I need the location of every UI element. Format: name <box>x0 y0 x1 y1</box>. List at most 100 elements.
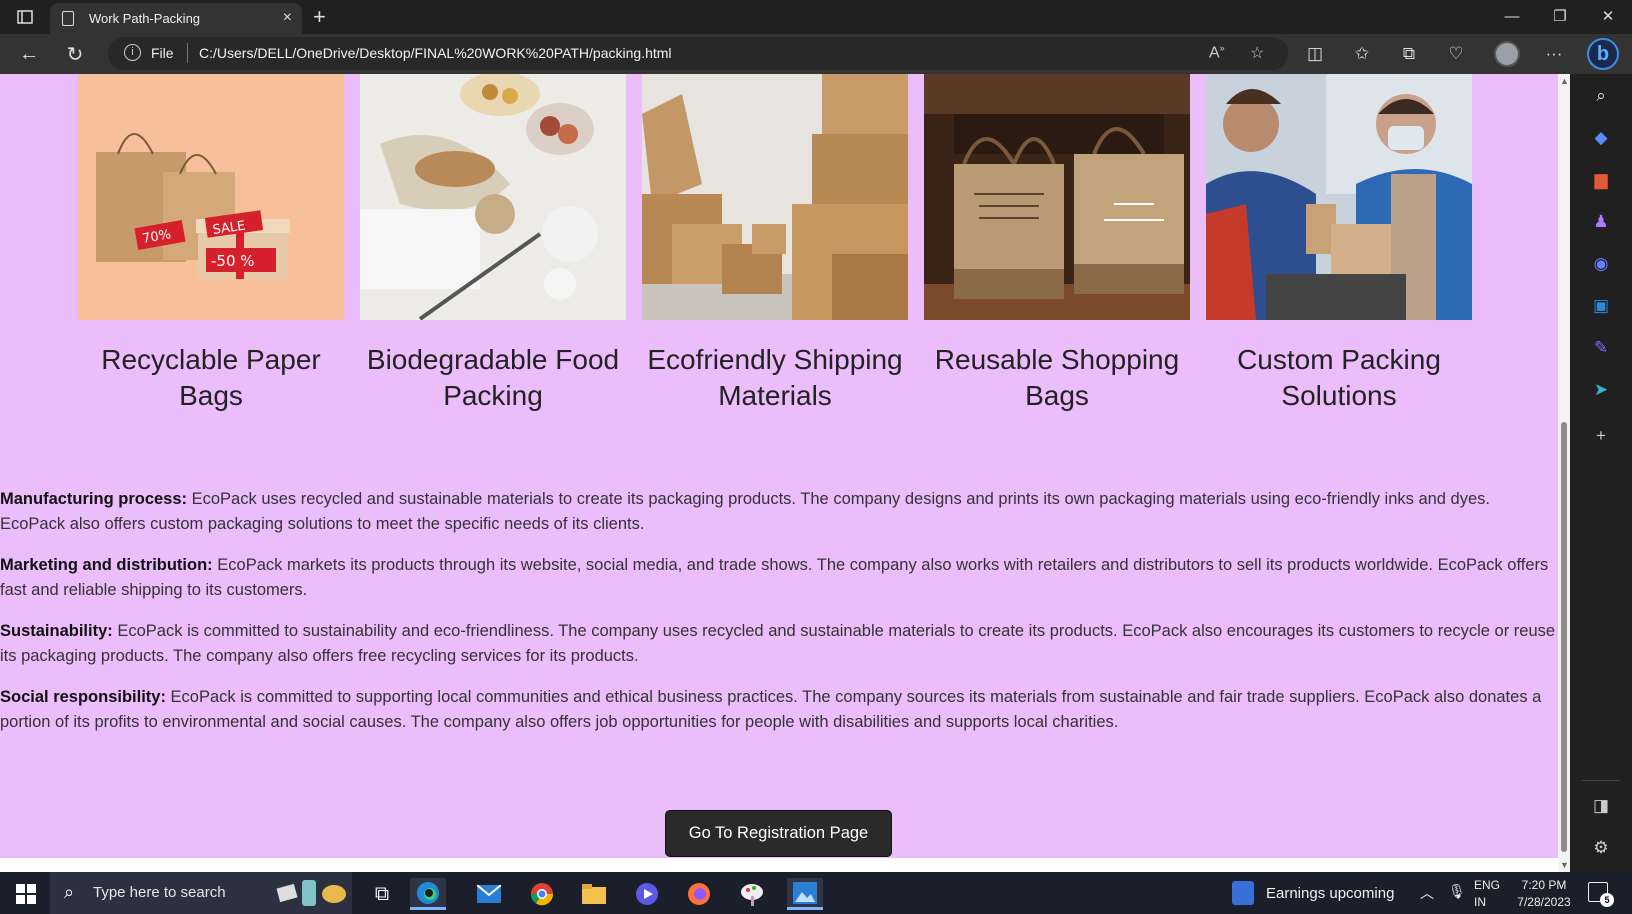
scroll-down-icon[interactable]: ▼ <box>1560 860 1569 870</box>
news-widget[interactable]: Earnings upcoming <box>1232 880 1394 906</box>
browser-toolbar: ← ↻ i File C:/Users/DELL/OneDrive/Deskto… <box>0 34 1632 74</box>
language-code: ENG <box>1474 878 1501 892</box>
section-text: EcoPack is committed to sustainability a… <box>0 622 1556 665</box>
section-text: EcoPack is committed to supporting local… <box>0 688 1542 731</box>
firefox-icon[interactable] <box>681 878 717 910</box>
search-icon[interactable]: ⌕ <box>1589 84 1613 108</box>
file-explorer-icon[interactable] <box>576 878 612 910</box>
minimize-icon[interactable]: — <box>1488 0 1536 32</box>
section-text: EcoPack uses recycled and sustainable ma… <box>0 490 1490 533</box>
address-separator <box>187 43 188 63</box>
settings-icon[interactable]: ⚙ <box>1589 836 1613 860</box>
edge-sidebar: ⌕ ◆ ▆ ♟ ◉ ▣ ✎ ➤ + ◨ ⚙ <box>1570 74 1632 872</box>
media-player-icon[interactable] <box>629 878 665 910</box>
taskbar-clock[interactable]: 7:20 PM 7/28/2023 <box>1512 877 1576 911</box>
window-controls: — ❐ ✕ <box>1488 0 1632 32</box>
url-text[interactable]: C:/Users/DELL/OneDrive/Desktop/FINAL%20W… <box>199 45 672 61</box>
chrome-icon[interactable] <box>524 878 560 910</box>
product-caption: Custom Packing Solutions <box>1237 344 1441 411</box>
page-bottom-strip <box>0 858 1558 872</box>
browser-essentials-icon[interactable]: ♡ <box>1445 43 1467 65</box>
clock-date: 7/28/2023 <box>1517 895 1571 909</box>
page-icon <box>62 11 74 26</box>
product-card[interactable]: Reusable Shopping Bags <box>924 74 1190 414</box>
tab-actions-icon[interactable] <box>14 7 36 27</box>
page-viewport: SALE 70% -50 % Recyclable Paper Bags Bio… <box>0 74 1558 872</box>
taskbar-search[interactable]: ⌕ Type here to search <box>50 872 352 914</box>
product-caption: Reusable Shopping Bags <box>934 344 1180 411</box>
bing-copilot-icon[interactable]: b <box>1587 38 1619 70</box>
favorite-star-icon[interactable]: ☆ <box>1250 43 1264 63</box>
photos-icon[interactable] <box>787 878 823 910</box>
restore-icon[interactable]: ❐ <box>1536 0 1584 32</box>
close-window-icon[interactable]: ✕ <box>1584 0 1632 32</box>
microphone-icon[interactable]: 🎙︎ <box>1448 883 1466 900</box>
news-text: Earnings upcoming <box>1266 884 1395 902</box>
close-tab-icon[interactable]: × <box>283 9 292 27</box>
new-tab-button[interactable]: + <box>313 4 326 30</box>
workers-packing-image <box>1206 74 1472 320</box>
section-marketing: Marketing and distribution: EcoPack mark… <box>0 553 1558 603</box>
cardboard-boxes-image <box>642 74 908 320</box>
favorites-icon[interactable]: ✩ <box>1351 43 1373 65</box>
search-highlight-icon <box>276 880 346 906</box>
windows-taskbar: ⌕ Type here to search ⧉ Earnings upcomin… <box>0 872 1632 914</box>
collections-icon[interactable]: ⧉ <box>1398 43 1420 65</box>
section-heading: Social responsibility: <box>0 688 166 706</box>
games-icon[interactable]: ♟ <box>1589 210 1613 234</box>
browser-tab-strip: Work Path-Packing × + — ❐ ✕ <box>0 0 1632 34</box>
fifty-percent-tag-text: -50 % <box>211 252 255 270</box>
back-icon[interactable]: ← <box>16 42 42 66</box>
mail-icon[interactable] <box>471 878 507 910</box>
search-placeholder: Type here to search <box>93 884 226 901</box>
task-view-icon[interactable]: ⧉ <box>364 878 400 910</box>
company-description: Manufacturing process: EcoPack uses recy… <box>0 487 1558 751</box>
drop-icon[interactable]: ✎ <box>1589 336 1613 360</box>
registration-button[interactable]: Go To Registration Page <box>665 810 892 857</box>
refresh-icon[interactable]: ↻ <box>62 42 88 66</box>
clock-time: 7:20 PM <box>1521 878 1567 892</box>
paint-icon[interactable] <box>734 878 770 910</box>
news-icon <box>1232 881 1254 905</box>
windows-start-icon[interactable] <box>16 884 36 904</box>
split-screen-icon[interactable]: ◫ <box>1304 43 1326 65</box>
scheme-label: File <box>151 45 174 61</box>
section-heading: Sustainability: <box>0 622 113 640</box>
product-card[interactable]: Biodegradable Food Packing <box>360 74 626 414</box>
scroll-up-icon[interactable]: ▲ <box>1560 76 1569 86</box>
copilot-icon[interactable]: ◉ <box>1589 252 1613 276</box>
jute-shopping-bags-image <box>924 74 1190 320</box>
food-packing-image <box>360 74 626 320</box>
address-bar[interactable]: i File C:/Users/DELL/OneDrive/Desktop/FI… <box>108 37 1288 70</box>
page-scrollbar[interactable]: ▲ ▼ <box>1558 74 1570 872</box>
shopping-tag-icon[interactable]: ◆ <box>1589 126 1613 150</box>
language-indicator[interactable]: ENG IN <box>1474 877 1500 911</box>
info-icon[interactable]: i <box>124 44 141 61</box>
sidebar-toggle-icon[interactable]: ◨ <box>1589 794 1613 818</box>
product-card[interactable]: SALE 70% -50 % Recyclable Paper Bags <box>78 74 344 414</box>
chevron-up-icon[interactable]: ︿ <box>1420 883 1434 903</box>
read-aloud-icon[interactable]: A» <box>1209 43 1225 62</box>
tab-title: Work Path-Packing <box>89 11 201 26</box>
outlook-icon[interactable]: ▣ <box>1589 294 1613 318</box>
product-card[interactable]: Custom Packing Solutions <box>1206 74 1472 414</box>
product-caption: Biodegradable Food Packing <box>366 344 620 411</box>
send-icon[interactable]: ➤ <box>1589 378 1613 402</box>
profile-avatar[interactable] <box>1494 41 1520 67</box>
tools-icon[interactable]: ▆ <box>1589 168 1613 192</box>
product-card[interactable]: Ecofriendly Shipping Materials <box>642 74 908 414</box>
section-social-responsibility: Social responsibility: EcoPack is commit… <box>0 685 1558 735</box>
sidebar-divider <box>1582 780 1620 781</box>
product-caption: Recyclable Paper Bags <box>101 344 321 411</box>
browser-tab[interactable]: Work Path-Packing × <box>50 3 302 34</box>
scrollbar-thumb[interactable] <box>1561 422 1567 852</box>
notification-icon[interactable]: 5 <box>1588 882 1614 907</box>
add-icon[interactable]: + <box>1589 424 1613 448</box>
section-sustainability: Sustainability: EcoPack is committed to … <box>0 619 1558 669</box>
paper-bags-sale-image: SALE 70% -50 % <box>78 74 344 320</box>
region-code: IN <box>1474 895 1486 909</box>
edge-icon[interactable] <box>410 878 446 910</box>
more-icon[interactable]: ··· <box>1543 43 1565 65</box>
product-caption: Ecofriendly Shipping Materials <box>647 344 903 411</box>
notification-count: 5 <box>1600 893 1614 907</box>
